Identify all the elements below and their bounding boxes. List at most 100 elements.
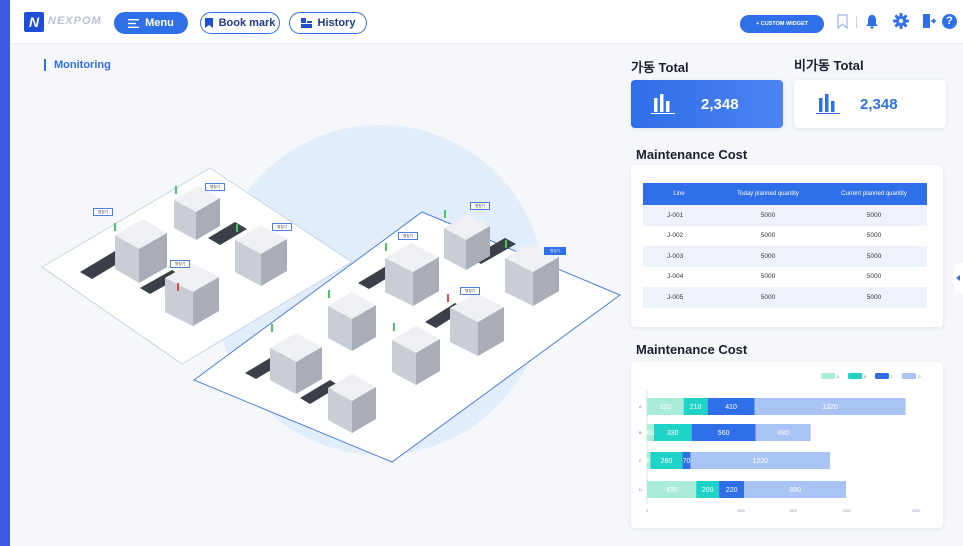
table-cell: 5000 xyxy=(715,205,821,226)
custom-widget-button[interactable]: + CUSTOM WIDGET xyxy=(740,15,824,33)
logout-icon[interactable] xyxy=(922,13,936,29)
hamburger-icon xyxy=(128,18,140,28)
machine-tag[interactable]: 명칭기 xyxy=(544,247,566,255)
history-button[interactable]: History xyxy=(289,12,367,34)
factory-3d-map xyxy=(41,125,622,463)
machine-tag[interactable]: 명칭기 xyxy=(93,208,113,216)
table-cell: 5000 xyxy=(866,232,882,240)
table-cell: J-002 xyxy=(667,232,684,240)
idle-total-label: 비가동 Total xyxy=(794,58,864,73)
app-window: N NEXPOM Menu Book mark History + CUSTOM… xyxy=(10,0,963,546)
table-cell: 5000 xyxy=(715,287,821,308)
history-button-label: History xyxy=(317,17,356,29)
x-tick-label: 2000 xyxy=(843,509,851,513)
table-cell: J-004 xyxy=(667,273,684,281)
legend-swatch xyxy=(848,373,862,379)
maintenance-chart-panel: A B C D A 320 210 410 1320 B 60 330 560 480 C 30 280 70 12… xyxy=(631,362,943,528)
category-label: B xyxy=(639,430,642,435)
table-row[interactable]: J-002 5000 5000 xyxy=(643,226,927,247)
menu-button[interactable]: Menu xyxy=(114,12,188,34)
legend-label: C xyxy=(891,375,894,379)
bar-value-label: 410 xyxy=(725,404,737,411)
bar-value-label: 70 xyxy=(683,458,691,465)
bar-value-label: 210 xyxy=(690,404,702,411)
category-label: A xyxy=(639,404,642,409)
maintenance-table-title: Maintenance Cost xyxy=(636,147,748,162)
column-header[interactable]: Current planned quantity xyxy=(821,183,927,205)
x-tick-label: 2500 xyxy=(912,509,920,513)
top-bar: N NEXPOM Menu Book mark History + CUSTOM… xyxy=(10,0,963,44)
bar-value-label: 480 xyxy=(777,430,789,437)
bar-value-label: 200 xyxy=(702,487,714,494)
bar-value-label: 330 xyxy=(667,430,679,437)
legend-label: B xyxy=(864,375,867,379)
bar-value-label: 220 xyxy=(726,487,738,494)
idle-total-card[interactable]: 2,348 xyxy=(794,80,946,128)
legend-label: D xyxy=(918,375,921,379)
machine-tag[interactable]: 명칭기 xyxy=(470,202,490,210)
table-cell: 5000 xyxy=(866,273,882,281)
logo-mark: N xyxy=(24,12,44,32)
bell-icon[interactable] xyxy=(866,14,878,29)
table-cell: J-005 xyxy=(643,287,715,308)
table-row[interactable]: J-005 5000 5000 xyxy=(643,287,927,308)
machine-tag[interactable]: 명칭기 xyxy=(170,260,190,268)
table-header-row: Line Today planned quantity Current plan… xyxy=(643,183,927,205)
category-label: C xyxy=(639,458,642,463)
maintenance-table: Line Today planned quantity Current plan… xyxy=(643,183,927,308)
bookmark-button[interactable]: Book mark xyxy=(200,12,280,34)
chevron-left-icon xyxy=(956,275,960,281)
bar-value-label: 430 xyxy=(666,487,678,494)
maintenance-chart-title: Maintenance Cost xyxy=(636,342,748,357)
legend-swatch xyxy=(875,373,889,379)
bookmark-outline-icon[interactable] xyxy=(837,14,848,29)
bookmark-icon xyxy=(204,18,213,28)
menu-button-label: Menu xyxy=(145,17,174,29)
maintenance-table-panel: Line Today planned quantity Current plan… xyxy=(631,165,943,327)
bar-value-label: 1320 xyxy=(822,404,838,411)
table-row[interactable]: J-001 5000 5000 xyxy=(643,205,927,226)
category-label: D xyxy=(639,487,642,492)
table-cell: 5000 xyxy=(821,287,927,308)
running-total-label: 가동 Total xyxy=(631,60,689,75)
table-cell: 5000 xyxy=(715,246,821,267)
gear-icon[interactable] xyxy=(893,13,909,29)
column-header[interactable]: Today planned quantity xyxy=(715,183,821,205)
bar-value-label: 280 xyxy=(661,458,673,465)
bookmark-button-label: Book mark xyxy=(218,17,276,29)
running-total-card[interactable]: 2,348 xyxy=(631,80,783,128)
x-tick-label: 1500 xyxy=(789,509,797,513)
running-total-value: 2,348 xyxy=(701,96,739,113)
table-cell: J-001 xyxy=(643,205,715,226)
bar-chart-icon xyxy=(816,94,840,114)
toolbar-divider xyxy=(856,16,857,28)
table-cell: 5000 xyxy=(821,205,927,226)
x-tick-label: 0 xyxy=(646,509,648,513)
x-tick-label: 1000 xyxy=(737,509,745,513)
legend-label: A xyxy=(837,375,840,379)
machine-tag[interactable]: 명칭기 xyxy=(398,232,418,240)
bar-value-label: 890 xyxy=(789,487,801,494)
table-row[interactable]: J-003 5000 5000 xyxy=(643,246,927,267)
side-panel-toggle[interactable] xyxy=(954,263,963,293)
legend-swatch xyxy=(821,373,835,379)
machine-tag[interactable]: 명칭기 xyxy=(205,183,225,191)
help-icon[interactable]: ? xyxy=(942,14,957,29)
column-header[interactable]: Line xyxy=(643,183,715,205)
machine-tag[interactable]: 명칭기 xyxy=(460,287,480,295)
idle-total-value: 2,348 xyxy=(860,96,898,113)
table-cell: 5000 xyxy=(760,232,776,240)
bar-value-label: 1220 xyxy=(752,458,768,465)
brand-logo-text: NEXPOM xyxy=(48,15,102,27)
bar-value-label: 320 xyxy=(659,404,671,411)
stacked-bar-chart: A B C DA 320 210 410 1320B 60 330 560 480C 30 280 70 12… xyxy=(639,373,921,513)
bar-chart-icon xyxy=(651,94,675,114)
machine-tag[interactable]: 명칭기 xyxy=(272,223,292,231)
history-icon xyxy=(300,18,312,28)
bar-value-label: 560 xyxy=(718,430,730,437)
table-cell: 5000 xyxy=(760,273,776,281)
table-row[interactable]: J-004 5000 5000 xyxy=(643,267,927,288)
legend-swatch xyxy=(902,373,916,379)
bar-value-label: 60 xyxy=(647,430,655,437)
table-cell: J-003 xyxy=(643,246,715,267)
